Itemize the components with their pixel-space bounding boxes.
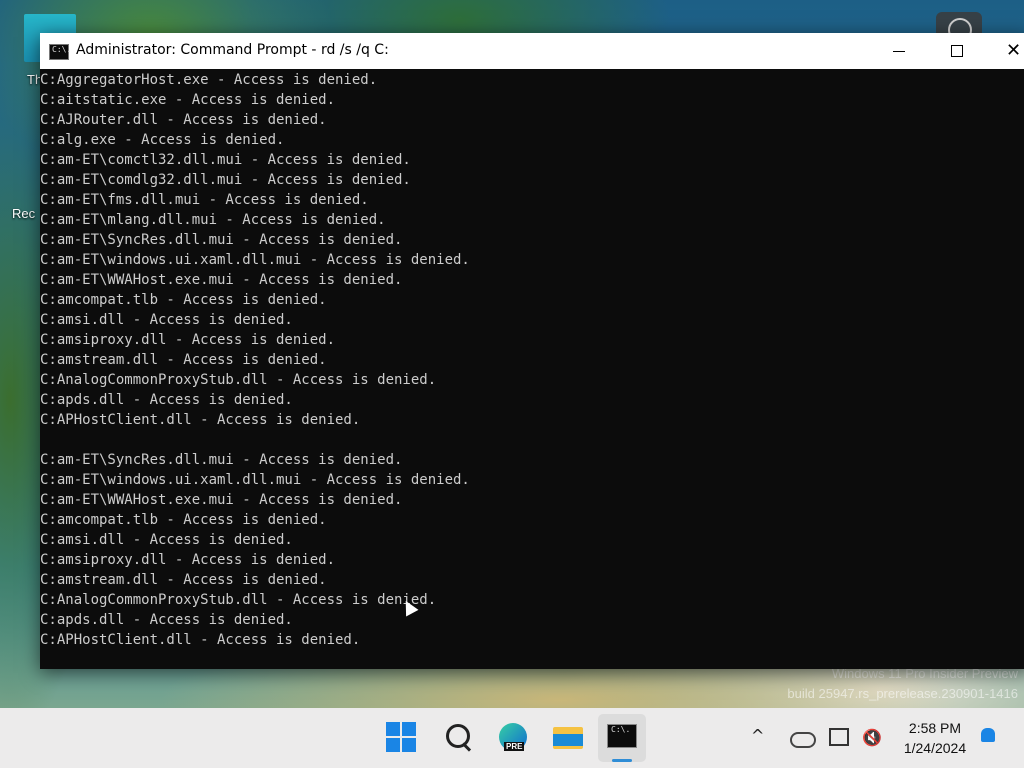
taskbar: PRE C:\. ^ 🔇 2:58 PM 1/24/2024: [0, 708, 1024, 768]
windows-logo-icon: [386, 722, 400, 736]
terminal-line: C:AggregatorHost.exe - Access is denied.: [40, 72, 378, 88]
notification-bell-icon[interactable]: [981, 728, 995, 742]
cmd-icon: C:\.: [49, 44, 72, 60]
terminal-line: C:am-ET\mlang.dll.mui - Access is denied…: [40, 212, 386, 228]
terminal-line: C:amsi.dll - Access is denied.: [40, 532, 293, 548]
terminal-line: C:am-ET\WWAHost.exe.mui - Access is deni…: [40, 272, 403, 288]
terminal-line: C:AnalogCommonProxyStub.dll - Access is …: [40, 592, 437, 608]
title-bar[interactable]: C:\. Administrator: Command Prompt - rd …: [40, 33, 1024, 69]
terminal-line: C:amsiproxy.dll - Access is denied.: [40, 552, 336, 568]
terminal-line: C:apds.dll - Access is denied.: [40, 392, 293, 408]
volume-muted-icon[interactable]: 🔇: [862, 728, 882, 747]
file-explorer-button[interactable]: [552, 722, 584, 754]
terminal-output[interactable]: C:AggregatorHost.exe - Access is denied.…: [40, 70, 1024, 669]
terminal-line: C:am-ET\comdlg32.dll.mui - Access is den…: [40, 172, 411, 188]
terminal-line: C:amsi.dll - Access is denied.: [40, 312, 293, 328]
maximize-button[interactable]: [934, 33, 980, 69]
terminal-line: C:am-ET\WWAHost.exe.mui - Access is deni…: [40, 492, 403, 508]
terminal-line: C:amcompat.tlb - Access is denied.: [40, 512, 327, 528]
terminal-line: C:APHostClient.dll - Access is denied.: [40, 632, 361, 648]
watermark-build: build 25947.rs_prerelease.230901-1416: [787, 686, 1018, 701]
terminal-line: C:amstream.dll - Access is denied.: [40, 572, 327, 588]
network-icon[interactable]: [829, 728, 849, 746]
terminal-line: C:apds.dll - Access is denied.: [40, 612, 293, 628]
terminal-line: C:amsiproxy.dll - Access is denied.: [40, 332, 336, 348]
start-button[interactable]: [386, 722, 418, 754]
edge-preview-button[interactable]: PRE: [498, 722, 530, 754]
maximize-icon: [951, 45, 963, 57]
terminal-line: C:am-ET\SyncRes.dll.mui - Access is deni…: [40, 452, 403, 468]
terminal-line: C:AJRouter.dll - Access is denied.: [40, 112, 327, 128]
terminal-line: C:am-ET\fms.dll.mui - Access is denied.: [40, 192, 369, 208]
terminal-line: C:amstream.dll - Access is denied.: [40, 352, 327, 368]
terminal-icon: C:\.: [607, 724, 637, 748]
terminal-line: C:am-ET\windows.ui.xaml.dll.mui - Access…: [40, 252, 470, 268]
clock-date: 1/24/2024: [903, 740, 967, 756]
minimize-button[interactable]: [876, 33, 922, 69]
window-title: Administrator: Command Prompt - rd /s /q…: [76, 42, 389, 58]
terminal-line: C:amcompat.tlb - Access is denied.: [40, 292, 327, 308]
windows-logo-icon: [386, 738, 400, 752]
cmd-icon-glyph: C:\.: [52, 45, 72, 54]
recycle-bin-label[interactable]: Rec: [12, 206, 35, 221]
edge-pre-badge: PRE: [504, 742, 525, 751]
terminal-line: C:AnalogCommonProxyStub.dll - Access is …: [40, 372, 437, 388]
terminal-line: C:am-ET\SyncRes.dll.mui - Access is deni…: [40, 232, 403, 248]
clock-time: 2:58 PM: [908, 720, 962, 736]
close-icon: ✕: [1006, 40, 1022, 61]
windows-logo-icon: [402, 738, 416, 752]
minimize-icon: [893, 51, 905, 52]
onedrive-cloud-icon[interactable]: [790, 732, 816, 748]
terminal-line: C:APHostClient.dll - Access is denied.: [40, 412, 361, 428]
show-hidden-icons-chevron-icon[interactable]: ^: [751, 726, 764, 745]
windows-logo-icon: [402, 722, 416, 736]
command-prompt-window[interactable]: C:\. Administrator: Command Prompt - rd …: [40, 33, 1024, 669]
terminal-line: C:am-ET\comctl32.dll.mui - Access is den…: [40, 152, 411, 168]
terminal-line: C:aitstatic.exe - Access is denied.: [40, 92, 336, 108]
folder-icon-band: [553, 734, 583, 746]
terminal-line: C:alg.exe - Access is denied.: [40, 132, 285, 148]
taskbar-command-prompt-button[interactable]: C:\.: [598, 714, 646, 762]
system-clock[interactable]: 2:58 PM 1/24/2024: [900, 718, 970, 758]
active-app-indicator: [612, 759, 632, 762]
close-button[interactable]: ✕: [992, 33, 1024, 69]
search-button[interactable]: [443, 722, 475, 754]
terminal-line: C:am-ET\windows.ui.xaml.dll.mui - Access…: [40, 472, 470, 488]
terminal-icon-glyph: C:\.: [611, 725, 631, 734]
